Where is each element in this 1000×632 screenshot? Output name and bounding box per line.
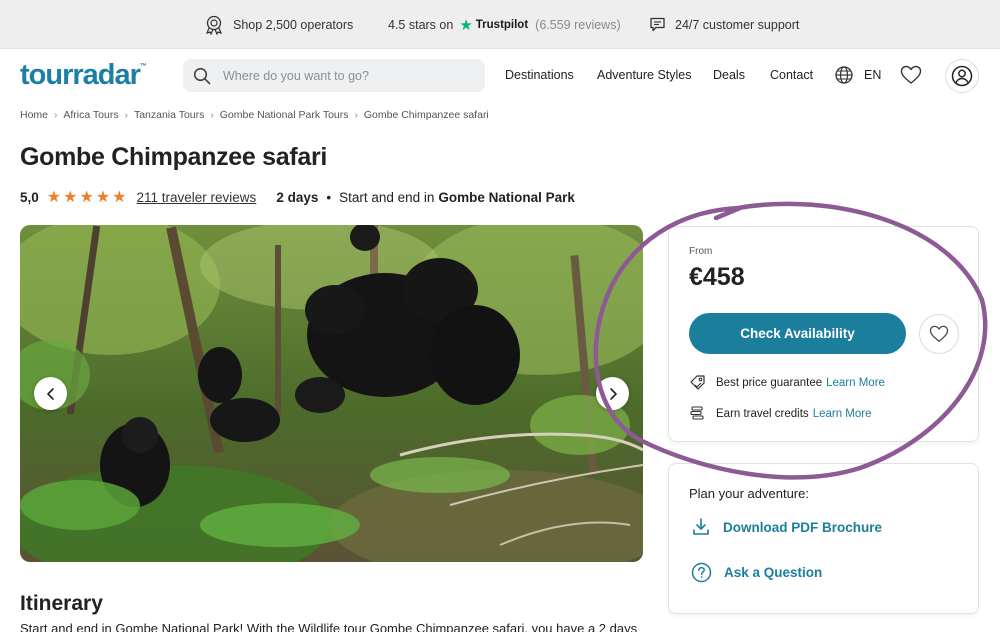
account-button[interactable] bbox=[945, 59, 979, 93]
check-availability-button[interactable]: Check Availability bbox=[689, 313, 906, 354]
separator-dot: • bbox=[326, 189, 332, 205]
rating-text: 4.5 stars on bbox=[388, 17, 454, 32]
search-bar[interactable] bbox=[183, 59, 485, 92]
user-icon bbox=[951, 65, 973, 87]
nav-deals[interactable]: Deals bbox=[713, 68, 745, 82]
star-icon: ★ bbox=[46, 189, 62, 206]
chevron-left-icon bbox=[46, 387, 54, 400]
heart-icon[interactable] bbox=[900, 65, 922, 85]
logo-trademark: ™ bbox=[139, 63, 147, 70]
operators-info: Shop 2,500 operators bbox=[204, 0, 353, 49]
nav-contact[interactable]: Contact bbox=[770, 68, 813, 82]
tour-photo-gallery[interactable] bbox=[20, 225, 643, 562]
reviews-link[interactable]: 211 traveler reviews bbox=[137, 190, 257, 205]
download-brochure-text: Download PDF Brochure bbox=[723, 519, 883, 535]
plan-title: Plan your adventure: bbox=[689, 486, 809, 501]
plan-adventure-card: Plan your adventure: Download PDF Brochu… bbox=[668, 463, 979, 614]
chevron-right-icon: › bbox=[210, 109, 214, 121]
best-price-text: Best price guarantee bbox=[716, 376, 823, 389]
star-icon: ★ bbox=[95, 189, 111, 206]
trustpilot-name: Trustpilot bbox=[475, 18, 529, 31]
search-icon bbox=[193, 67, 211, 84]
question-icon bbox=[691, 562, 712, 583]
heart-icon bbox=[929, 325, 949, 342]
add-to-wishlist-button[interactable] bbox=[919, 314, 959, 354]
nav-destinations[interactable]: Destinations bbox=[505, 68, 574, 82]
trustpilot-reviews: (6.559 reviews) bbox=[535, 17, 621, 32]
breadcrumb-africa[interactable]: Africa Tours bbox=[63, 109, 118, 121]
best-price-perk: Best price guarantee Learn More bbox=[689, 374, 885, 391]
globe-icon[interactable] bbox=[834, 65, 854, 85]
site-header: tourradar™ Destinations Adventure Styles… bbox=[0, 49, 1000, 104]
ask-question-link[interactable]: Ask a Question bbox=[691, 562, 822, 583]
rating-value: 5,0 bbox=[20, 189, 39, 205]
start-end-label: Start and end in bbox=[339, 189, 435, 205]
from-label: From bbox=[689, 246, 713, 257]
star-icon: ★ bbox=[112, 189, 127, 206]
search-input[interactable] bbox=[223, 68, 473, 83]
next-photo-button[interactable] bbox=[596, 377, 629, 410]
chevron-right-icon bbox=[609, 387, 617, 400]
language-selector[interactable]: EN bbox=[864, 68, 881, 82]
travel-credits-text: Earn travel credits bbox=[716, 407, 809, 420]
support-text: 24/7 customer support bbox=[675, 17, 800, 32]
star-icon: ★ bbox=[63, 189, 78, 206]
ask-question-text: Ask a Question bbox=[724, 565, 823, 580]
chimpanzee-photo bbox=[20, 225, 643, 562]
trustpilot-rating[interactable]: 4.5 stars on ★ Trustpilot (6.559 reviews… bbox=[388, 0, 621, 49]
top-info-bar: Shop 2,500 operators 4.5 stars on ★ Trus… bbox=[0, 0, 1000, 49]
itinerary-intro: Start and end in Gombe National Park! Wi… bbox=[20, 621, 638, 632]
tour-duration: 2 days bbox=[276, 189, 319, 205]
chevron-right-icon: › bbox=[354, 109, 358, 121]
chevron-right-icon: › bbox=[54, 109, 58, 121]
itinerary-heading: Itinerary bbox=[20, 592, 103, 615]
award-icon bbox=[205, 15, 223, 35]
travel-credits-perk: Earn travel credits Learn More bbox=[689, 405, 872, 422]
page-title: Gombe Chimpanzee safari bbox=[20, 143, 328, 171]
tour-summary: 5,0 ★ ★ ★ ★ ★ 211 traveler reviews 2 days • … bbox=[20, 187, 575, 207]
breadcrumb-home[interactable]: Home bbox=[20, 109, 48, 121]
download-icon bbox=[693, 518, 709, 535]
best-price-learn-more[interactable]: Learn More bbox=[826, 377, 885, 389]
operators-text: Shop 2,500 operators bbox=[233, 17, 354, 32]
star-icon: ★ bbox=[79, 189, 94, 206]
start-end-place: Gombe National Park bbox=[438, 189, 575, 205]
rating-stars: ★ ★ ★ ★ ★ bbox=[47, 187, 129, 207]
breadcrumb: Home › Africa Tours › Tanzania Tours › G… bbox=[20, 109, 489, 121]
chat-icon bbox=[650, 17, 665, 32]
download-brochure-link[interactable]: Download PDF Brochure bbox=[691, 517, 882, 537]
breadcrumb-current: Gombe Chimpanzee safari bbox=[363, 109, 489, 121]
nav-adventure-styles[interactable]: Adventure Styles bbox=[597, 68, 692, 82]
price-value: €458 bbox=[689, 263, 745, 291]
breadcrumb-tanzania[interactable]: Tanzania Tours bbox=[134, 109, 204, 121]
price-tag-icon bbox=[690, 375, 705, 390]
tourradar-logo[interactable]: tourradar™ bbox=[20, 59, 147, 92]
support-info: 24/7 customer support bbox=[649, 0, 799, 49]
coins-icon bbox=[690, 406, 704, 420]
chevron-right-icon: › bbox=[124, 109, 128, 121]
breadcrumb-gombe[interactable]: Gombe National Park Tours bbox=[220, 109, 349, 121]
travel-credits-learn-more[interactable]: Learn More bbox=[813, 408, 872, 420]
prev-photo-button[interactable] bbox=[34, 377, 67, 410]
trustpilot-star-icon: ★ bbox=[459, 16, 473, 34]
logo-text: tourradar bbox=[20, 59, 141, 91]
price-card: From €458 Check Availability Best price … bbox=[668, 226, 979, 442]
